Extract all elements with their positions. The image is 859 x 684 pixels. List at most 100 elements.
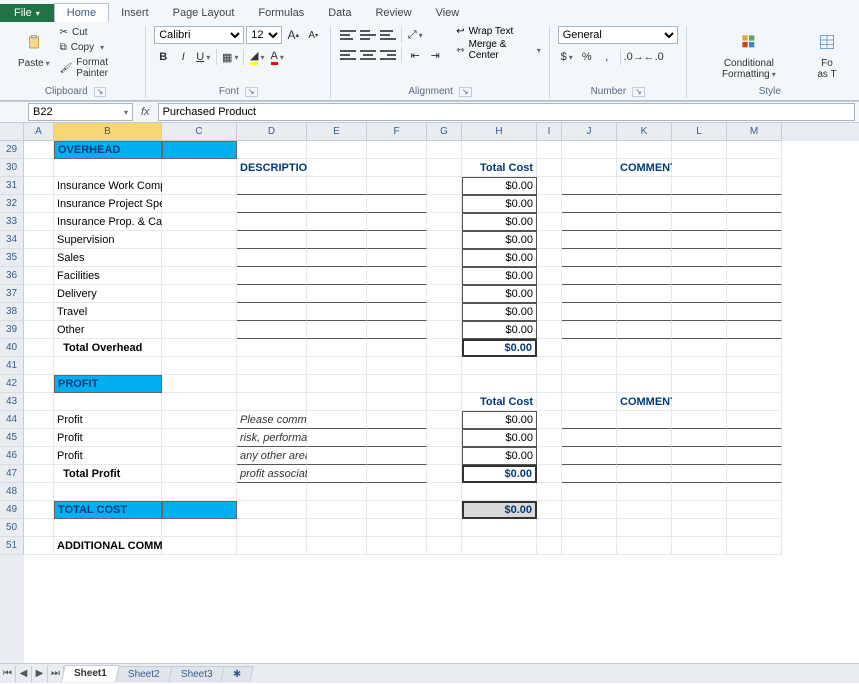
row-header-35[interactable]: 35 xyxy=(0,249,24,267)
cell-A[interactable] xyxy=(24,231,54,249)
align-right-button[interactable] xyxy=(379,46,397,64)
cell-I[interactable] xyxy=(537,447,562,465)
profit-item-label[interactable]: Profit xyxy=(54,447,162,465)
cell-I[interactable] xyxy=(537,375,562,393)
italic-button[interactable]: I xyxy=(174,48,192,66)
cell-F[interactable] xyxy=(367,375,427,393)
desc-cell[interactable] xyxy=(367,429,427,447)
cell-B[interactable] xyxy=(54,159,162,177)
cell-A[interactable] xyxy=(24,195,54,213)
grow-font-button[interactable]: A▴ xyxy=(284,26,302,44)
cell-H[interactable] xyxy=(462,141,537,159)
cell-A[interactable] xyxy=(24,375,54,393)
new-sheet-button[interactable]: ✱ xyxy=(221,666,255,682)
cell-I[interactable] xyxy=(537,339,562,357)
conditional-formatting-button[interactable]: Conditional Formatting xyxy=(695,26,803,82)
total-profit-desc[interactable]: profit associated with the bid. xyxy=(237,465,307,483)
desc-cell[interactable] xyxy=(307,285,367,303)
overhead-item-cost[interactable]: $0.00 xyxy=(462,213,537,231)
paste-button[interactable]: Paste xyxy=(14,26,54,71)
overhead-item-cost[interactable]: $0.00 xyxy=(462,195,537,213)
increase-indent-button[interactable]: ⇥ xyxy=(426,46,444,64)
align-center-button[interactable] xyxy=(359,46,377,64)
desc-cell[interactable] xyxy=(367,465,427,483)
desc-cell[interactable] xyxy=(237,231,307,249)
cell-H[interactable] xyxy=(462,483,537,501)
desc-cell[interactable] xyxy=(367,231,427,249)
row-header-37[interactable]: 37 xyxy=(0,285,24,303)
col-header-D[interactable]: D xyxy=(237,123,307,141)
overhead-item-label[interactable]: Travel xyxy=(54,303,162,321)
col-header-E[interactable]: E xyxy=(307,123,367,141)
desc-cell[interactable] xyxy=(237,321,307,339)
cell-D[interactable] xyxy=(237,141,307,159)
cell-J[interactable] xyxy=(562,537,617,555)
cell-H[interactable] xyxy=(462,357,537,375)
desc-cell[interactable] xyxy=(237,285,307,303)
col-header-L[interactable]: L xyxy=(672,123,727,141)
cell-D[interactable] xyxy=(237,483,307,501)
comment-cell[interactable] xyxy=(727,177,782,195)
comment-cell[interactable] xyxy=(672,213,727,231)
desc-cell[interactable] xyxy=(307,177,367,195)
cell-L[interactable] xyxy=(672,519,727,537)
cell-A[interactable] xyxy=(24,465,54,483)
profit-item-desc[interactable]: any other area that influences the xyxy=(237,447,307,465)
comma-button[interactable]: , xyxy=(598,48,616,66)
cell-A[interactable] xyxy=(24,483,54,501)
desc-cell[interactable] xyxy=(237,177,307,195)
cell-F[interactable] xyxy=(367,393,427,411)
comment-cell[interactable] xyxy=(562,213,617,231)
cell-E[interactable] xyxy=(307,339,367,357)
cell-J[interactable] xyxy=(562,357,617,375)
number-launcher[interactable]: ↘ xyxy=(632,87,645,97)
cell-A[interactable] xyxy=(24,159,54,177)
row-header-44[interactable]: 44 xyxy=(0,411,24,429)
comment-cell[interactable] xyxy=(727,465,782,483)
comment-cell[interactable] xyxy=(617,465,672,483)
cell-A[interactable] xyxy=(24,249,54,267)
cell-K[interactable] xyxy=(617,483,672,501)
formula-input[interactable]: Purchased Product xyxy=(158,103,855,121)
cell-B[interactable] xyxy=(54,357,162,375)
cell-E[interactable] xyxy=(307,537,367,555)
cell-I[interactable] xyxy=(537,249,562,267)
comment-cell[interactable] xyxy=(672,231,727,249)
row-header-40[interactable]: 40 xyxy=(0,339,24,357)
cell-C[interactable] xyxy=(162,483,237,501)
comment-cell[interactable] xyxy=(727,231,782,249)
decrease-indent-button[interactable]: ⇤ xyxy=(406,46,424,64)
cell-C[interactable] xyxy=(162,249,237,267)
cell-E[interactable] xyxy=(307,393,367,411)
overhead-item-label[interactable]: Delivery xyxy=(54,285,162,303)
desc-cell[interactable] xyxy=(367,195,427,213)
cell-A[interactable] xyxy=(24,411,54,429)
comment-cell[interactable] xyxy=(562,303,617,321)
align-bottom-button[interactable] xyxy=(379,26,397,44)
cell-L[interactable] xyxy=(672,141,727,159)
overhead-item-cost[interactable]: $0.00 xyxy=(462,249,537,267)
comment-cell[interactable] xyxy=(727,285,782,303)
cell-M[interactable] xyxy=(727,141,782,159)
cell-A[interactable] xyxy=(24,429,54,447)
desc-cell[interactable] xyxy=(237,303,307,321)
overhead-item-label[interactable]: Supervision xyxy=(54,231,162,249)
cell-D[interactable] xyxy=(237,339,307,357)
sheet-nav-first[interactable]: ⏮ xyxy=(0,666,16,682)
cell-C[interactable] xyxy=(162,321,237,339)
total-overhead-label[interactable]: Total Overhead xyxy=(54,339,162,357)
cell-J[interactable] xyxy=(562,501,617,519)
cell-I[interactable] xyxy=(537,357,562,375)
cell-K[interactable] xyxy=(617,339,672,357)
wrap-text-button[interactable]: ↩Wrap Text xyxy=(456,26,540,37)
tab-insert[interactable]: Insert xyxy=(109,4,161,22)
desc-cell[interactable] xyxy=(307,267,367,285)
comment-cell[interactable] xyxy=(562,231,617,249)
cell-D[interactable] xyxy=(237,393,307,411)
cell-G[interactable] xyxy=(427,213,462,231)
desc-cell[interactable] xyxy=(307,411,367,429)
comment-cell[interactable] xyxy=(727,213,782,231)
cell-E[interactable] xyxy=(307,141,367,159)
profit-item-cost[interactable]: $0.00 xyxy=(462,447,537,465)
cell-F[interactable] xyxy=(367,519,427,537)
